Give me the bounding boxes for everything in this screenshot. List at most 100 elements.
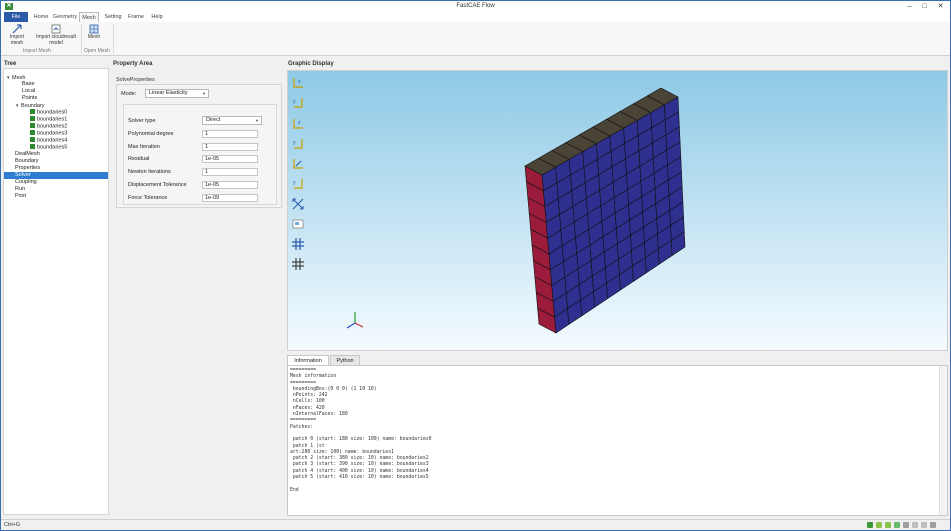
solver-type-select[interactable]: Direct ▼ bbox=[202, 116, 262, 125]
import-model-icon bbox=[51, 24, 61, 34]
tree-panel: ▼ Mesh Base Local Points ▼ Boundary bounda… bbox=[3, 68, 109, 515]
newton-iterations-input[interactable]: 1 bbox=[202, 168, 258, 176]
group-import-mesh-label: Import Mesh bbox=[23, 48, 51, 54]
close-icon[interactable]: ✕ bbox=[936, 2, 945, 11]
max-iteration-input[interactable]: 1 bbox=[202, 143, 258, 151]
tree-item-mesh[interactable]: ▼ Mesh bbox=[6, 74, 25, 81]
status-fit-icon[interactable] bbox=[921, 522, 927, 528]
tree-item-boundaries0[interactable]: boundaries0 bbox=[30, 109, 67, 116]
window-title: FastCAE Flow bbox=[456, 3, 495, 9]
maximize-icon[interactable]: □ bbox=[920, 2, 929, 11]
residual-label: Residual bbox=[128, 156, 150, 162]
tree-item-post[interactable]: Post bbox=[15, 193, 26, 200]
solve-properties-group: Mode: Linear Elasticity ▼ Solver type Di… bbox=[116, 84, 282, 208]
property-panel-title: Property Area bbox=[113, 61, 153, 67]
status-run-icon[interactable] bbox=[894, 522, 900, 528]
checkbox-checked-icon[interactable] bbox=[30, 137, 35, 142]
tab-information[interactable]: Information bbox=[287, 355, 329, 365]
minimize-icon[interactable]: – bbox=[905, 2, 914, 11]
tab-home[interactable]: Home bbox=[31, 12, 51, 22]
info-scrollbar[interactable] bbox=[939, 366, 947, 515]
status-bar: Ctrl+G bbox=[1, 519, 950, 530]
status-stop-icon[interactable] bbox=[903, 522, 909, 528]
app-window: ✕ FastCAE Flow – □ ✕ File Home Geometry … bbox=[0, 0, 951, 531]
tree-item-boundary[interactable]: Boundary bbox=[15, 158, 39, 165]
tree-item-boundaries1[interactable]: boundaries1 bbox=[30, 116, 67, 123]
property-panel: SolveProperties Mode: Linear Elasticity … bbox=[112, 68, 284, 515]
checkbox-checked-icon[interactable] bbox=[30, 109, 35, 114]
tree-item-dealmesh[interactable]: DealMesh bbox=[15, 151, 40, 158]
solve-properties-title: SolveProperties bbox=[116, 77, 155, 83]
solver-type-label: Solver type bbox=[128, 118, 156, 124]
status-import-icon[interactable] bbox=[885, 522, 891, 528]
tree-item-run[interactable]: Run bbox=[15, 186, 25, 193]
tree-item-local[interactable]: Local bbox=[22, 88, 35, 95]
residual-input[interactable]: 1e-05 bbox=[202, 155, 258, 163]
checkbox-checked-icon[interactable] bbox=[30, 130, 35, 135]
tree-item-boundaries4[interactable]: boundaries4 bbox=[30, 137, 67, 144]
graphic-viewport[interactable]: x y z y y bbox=[287, 70, 948, 351]
tree-item-base[interactable]: Base bbox=[22, 81, 35, 88]
mesh-button[interactable]: Mesh bbox=[85, 24, 103, 41]
polynomial-degree-input[interactable]: 1 bbox=[202, 130, 258, 138]
tree-item-points[interactable]: Points bbox=[22, 95, 37, 102]
status-text: Ctrl+G bbox=[4, 522, 21, 528]
tab-frame[interactable]: Frame bbox=[126, 12, 146, 22]
solver-fields: Solver type Direct ▼ Polynomial degree 1… bbox=[123, 104, 277, 205]
status-settings-icon[interactable] bbox=[930, 522, 936, 528]
mesh-label: Mesh bbox=[87, 34, 101, 40]
displacement-tolerance-input[interactable]: 1e-05 bbox=[202, 181, 258, 189]
ribbon-divider bbox=[81, 24, 82, 54]
information-panel: ========= Mesh information ========= bou… bbox=[287, 365, 948, 516]
tab-python[interactable]: Python bbox=[330, 355, 360, 365]
tree-item-boundary-group[interactable]: ▼ Boundary bbox=[15, 102, 45, 109]
tree-item-solver[interactable]: Solver bbox=[4, 172, 108, 179]
tree-panel-title: Tree bbox=[4, 61, 17, 67]
ribbon-divider bbox=[113, 24, 114, 54]
tab-file[interactable]: File bbox=[4, 12, 28, 22]
tree-item-properties[interactable]: Properties bbox=[15, 165, 40, 172]
import-cloudresult-button[interactable]: Import cloudresult model bbox=[34, 24, 78, 46]
status-save-icon[interactable] bbox=[867, 522, 873, 528]
tree-item-coupling[interactable]: Coupling bbox=[15, 179, 37, 186]
graphic-panel-title: Graphic Display bbox=[288, 61, 334, 67]
status-zoom-icon[interactable] bbox=[912, 522, 918, 528]
checkbox-checked-icon[interactable] bbox=[30, 144, 35, 149]
displacement-tolerance-label: Displacement Tolerance bbox=[128, 182, 187, 188]
import-mesh-button[interactable]: Import mesh bbox=[5, 24, 29, 46]
information-text: ========= Mesh information ========= bou… bbox=[290, 368, 432, 493]
solver-type-value: Direct bbox=[206, 117, 221, 123]
tab-mesh[interactable]: Mesh bbox=[79, 12, 99, 22]
tab-geometry[interactable]: Geometry bbox=[52, 12, 78, 22]
checkbox-checked-icon[interactable] bbox=[30, 123, 35, 128]
axes-triad-icon bbox=[346, 312, 364, 329]
mode-label: Mode: bbox=[121, 91, 137, 97]
info-tabbar: Information Python bbox=[287, 354, 948, 365]
status-export-icon[interactable] bbox=[876, 522, 882, 528]
polynomial-degree-label: Polynomial degree bbox=[128, 131, 174, 137]
tree-item-boundaries2[interactable]: boundaries2 bbox=[30, 123, 67, 130]
ribbon: Import mesh Import cloudresult model Imp… bbox=[1, 22, 950, 56]
newton-iterations-label: Newton Iterations bbox=[128, 169, 171, 175]
import-mesh-label: Import mesh bbox=[9, 34, 25, 46]
mode-select-value: Linear Elasticity bbox=[149, 90, 188, 96]
tab-help[interactable]: Help bbox=[148, 12, 166, 22]
force-tolerance-label: Force Tolerance bbox=[128, 195, 168, 201]
max-iteration-label: Max Iteration bbox=[128, 144, 160, 150]
mesh-icon bbox=[89, 24, 99, 34]
title-bar: ✕ FastCAE Flow – □ ✕ bbox=[1, 1, 950, 12]
force-tolerance-input[interactable]: 1e-09 bbox=[202, 194, 258, 202]
tree-item-boundaries5[interactable]: boundaries5 bbox=[30, 144, 67, 151]
mesh-cells bbox=[524, 87, 686, 334]
ribbon-tabs: File Home Geometry Mesh Setting Frame He… bbox=[1, 12, 950, 22]
import-icon bbox=[12, 24, 22, 34]
import-cloudresult-label-2: model bbox=[49, 39, 63, 46]
tab-setting[interactable]: Setting bbox=[101, 12, 125, 22]
mesh-model[interactable] bbox=[288, 71, 948, 351]
chevron-down-icon: ▼ bbox=[202, 91, 206, 96]
group-open-mesh-label: Open Mesh bbox=[84, 48, 110, 54]
checkbox-checked-icon[interactable] bbox=[30, 116, 35, 121]
mode-select[interactable]: Linear Elasticity ▼ bbox=[145, 89, 209, 98]
tree-item-boundaries3[interactable]: boundaries3 bbox=[30, 130, 67, 137]
chevron-down-icon: ▼ bbox=[255, 118, 259, 123]
